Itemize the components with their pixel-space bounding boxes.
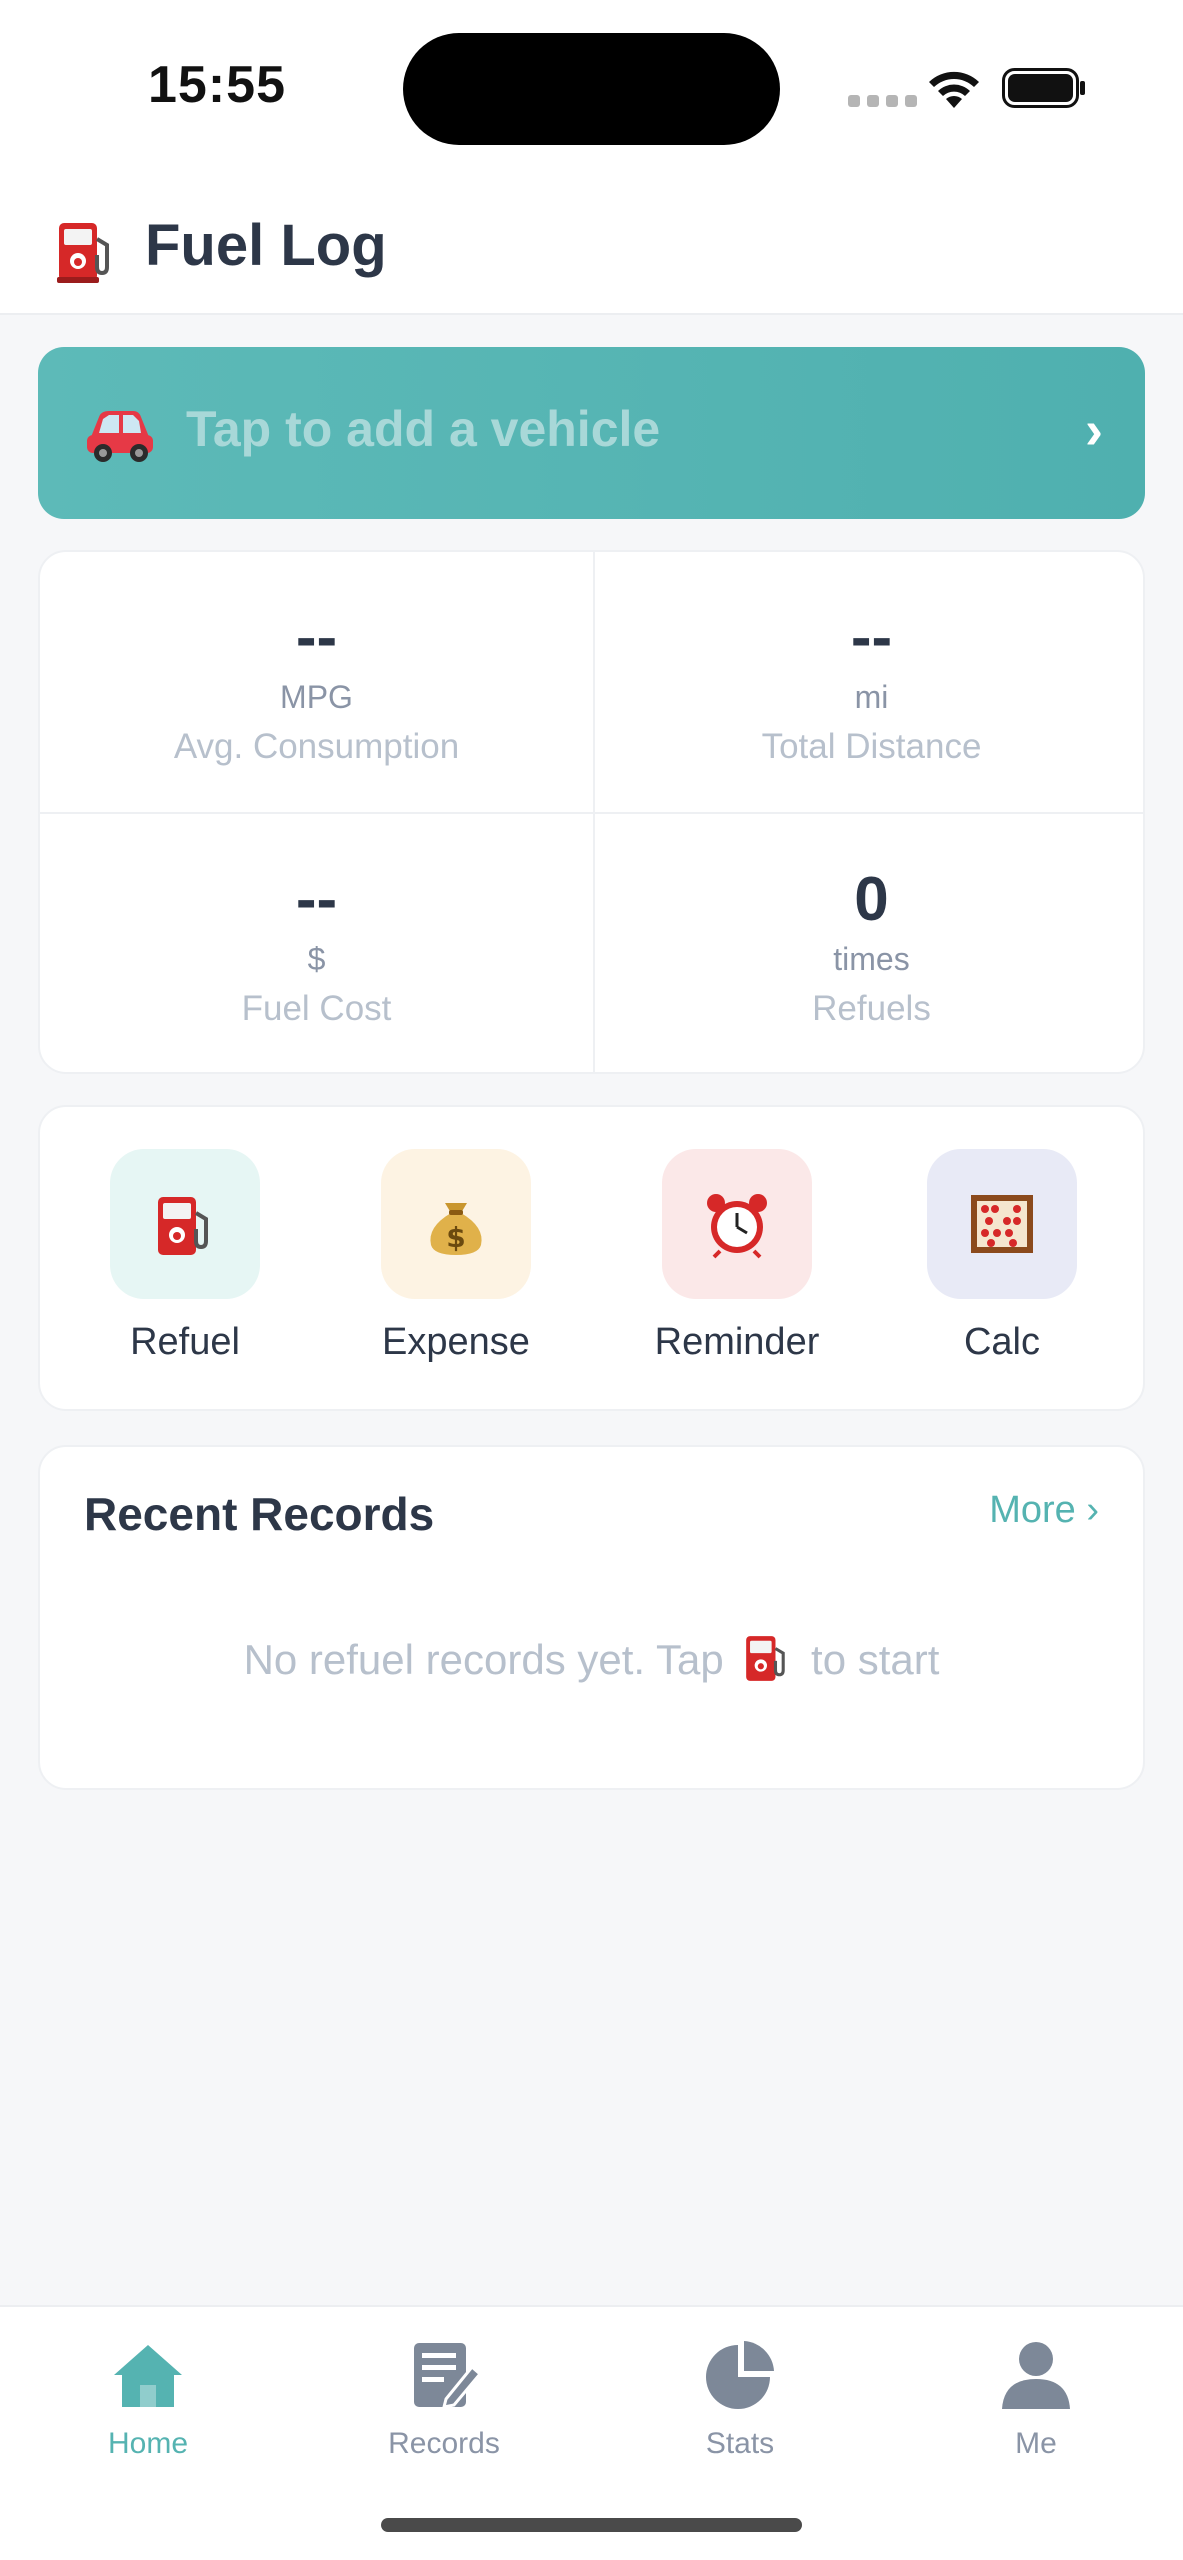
stat-label: Fuel Cost [241,989,392,1028]
stats-card: -- MPG Avg. Consumption -- mi Total Dist… [38,550,1145,1074]
calc-tile [927,1149,1077,1299]
empty-state: No refuel records yet. Tap to start [40,1630,1143,1684]
tab-stats[interactable]: Stats [592,2327,888,2467]
stat-unit: MPG [280,679,353,715]
battery-icon [1002,68,1085,108]
expense-button[interactable]: $ Expense [346,1149,566,1379]
stat-refuels: 0 times Refuels [595,814,1148,1074]
tab-label: Me [1015,2427,1057,2460]
recent-records-card: Recent Records More › No refuel records … [38,1445,1145,1790]
wifi-icon [929,71,979,108]
empty-state-text: No refuel records yet. Tap [243,1636,724,1683]
chevron-right-icon: › [1085,400,1103,460]
svg-text:$: $ [446,1221,465,1254]
add-vehicle-label: Tap to add a vehicle [186,401,661,457]
tab-records[interactable]: Records [296,2327,592,2467]
car-icon [87,411,153,462]
abacus-icon [971,1195,1033,1253]
pie-chart-icon [706,2341,774,2409]
add-vehicle-banner[interactable]: Tap to add a vehicle › [38,347,1145,519]
expense-label: Expense [382,1321,530,1363]
dynamic-island [403,33,780,145]
stat-label: Total Distance [761,727,982,766]
stat-total-distance: -- mi Total Distance [595,552,1148,812]
tab-label: Home [107,2427,189,2460]
home-indicator [381,2518,802,2532]
page-title: Fuel Log [145,213,387,278]
fuel-pump-icon [158,1197,208,1255]
person-icon [1002,2342,1070,2409]
tab-label: Stats [705,2427,775,2460]
stat-unit: times [833,941,910,977]
refuel-tile [110,1149,260,1299]
status-bar: 15:55 [0,0,1183,180]
stat-label: Refuels [812,989,931,1028]
expense-tile: $ [381,1149,531,1299]
stat-label: Avg. Consumption [173,727,460,766]
alarm-clock-icon [707,1194,767,1259]
empty-state-text: to start [811,1636,940,1683]
screen: 15:55 Fuel Log Tap to add a vehicle › --… [0,0,1183,2560]
reminder-tile [662,1149,812,1299]
cellular-signal-icon [848,95,917,107]
tab-home[interactable]: Home [0,2327,296,2467]
stat-value: -- [295,865,338,934]
refuel-button[interactable]: Refuel [75,1149,295,1379]
calc-button[interactable]: Calc [892,1149,1112,1379]
tab-label: Records [388,2427,500,2460]
reminder-label: Reminder [654,1321,820,1363]
stat-fuel-cost: -- $ Fuel Cost [40,814,593,1074]
stat-value: -- [295,603,338,672]
stat-avg-consumption: -- MPG Avg. Consumption [40,552,593,812]
money-bag-icon: $ [430,1203,482,1255]
fuel-pump-icon [57,223,109,283]
stat-unit: $ [307,941,326,977]
tab-me[interactable]: Me [888,2327,1183,2467]
reminder-button[interactable]: Reminder [627,1149,847,1379]
calc-label: Calc [963,1321,1041,1363]
more-link[interactable]: More › [989,1489,1099,1532]
home-icon [114,2345,182,2407]
fuel-pump-icon [746,1636,786,1681]
stat-value: -- [850,603,893,672]
quick-actions-card: Refuel $ Expense Reminder Calc [38,1105,1145,1411]
records-icon [414,2343,482,2409]
status-time: 15:55 [148,56,286,114]
stat-value: 0 [854,865,889,934]
section-title: Recent Records [84,1488,435,1540]
app-header: Fuel Log [0,180,1183,315]
refuel-label: Refuel [130,1321,240,1363]
stat-unit: mi [854,679,889,715]
